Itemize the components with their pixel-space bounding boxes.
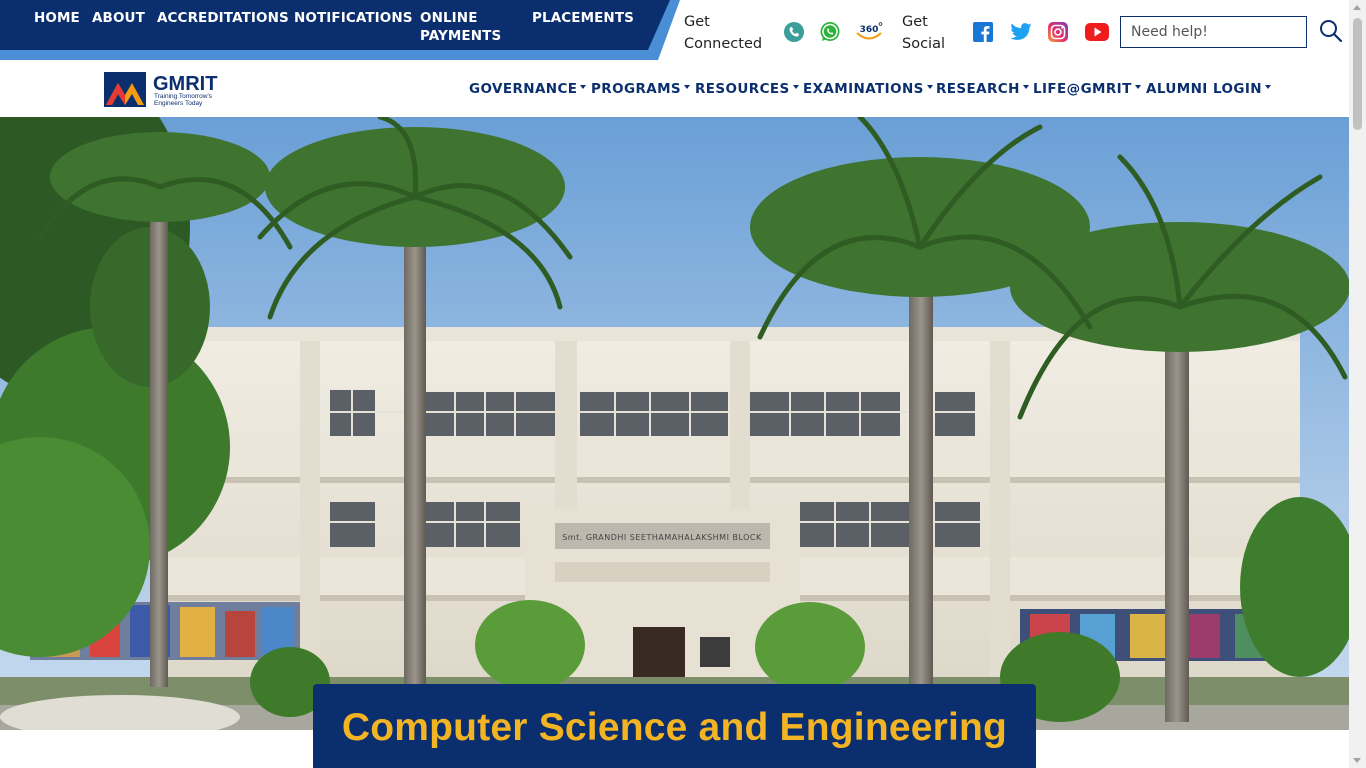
menu-alumni-label: ALUMNI [1146,81,1208,97]
department-title-banner: Computer Science and Engineering [313,684,1036,768]
menu-programs[interactable]: PROGRAMS [591,81,691,97]
top-nav-accreditations[interactable]: ACCREDITATIONS [157,9,289,27]
get-social-line2: Social [902,36,945,52]
virtual-tour-360-text: 360 [860,25,879,35]
chevron-down-icon [580,85,587,89]
chevron-down-icon [792,85,799,89]
get-social-line1: Get [902,14,928,30]
menu-research[interactable]: RESEARCH [936,81,1029,97]
facebook-icon[interactable] [969,18,997,46]
menu-resources-label: RESOURCES [695,81,790,97]
chevron-down-icon [1265,85,1271,89]
menu-login[interactable]: LOGIN [1213,81,1271,97]
chevron-down-icon [684,85,691,89]
top-nav-online-payments[interactable]: ONLINE PAYMENTS [420,9,501,45]
menu-governance-label: GOVERNANCE [469,81,578,97]
menu-examinations-label: EXAMINATIONS [803,81,924,97]
top-nav-online-payments-line2: PAYMENTS [420,28,502,44]
hero-campus-image: Smt. GRANDHI SEETHAMAHALAKSHMI BLOCK [0,117,1349,730]
get-connected-line1: Get [684,14,710,30]
get-connected-line2: Connected [684,36,763,52]
top-nav-home[interactable]: HOME [34,9,80,27]
menu-life-at-gmrit-label: LIFE@GMRIT [1033,81,1132,97]
scroll-up-arrow-icon[interactable] [1353,5,1361,10]
top-nav-online-payments-line1: ONLINE [420,10,478,26]
whatsapp-icon[interactable] [816,18,844,46]
phone-icon[interactable] [780,18,808,46]
menu-examinations[interactable]: EXAMINATIONS [803,81,933,97]
menu-resources[interactable]: RESOURCES [695,81,799,97]
top-nav-placements[interactable]: PLACEMENTS [532,9,634,27]
chevron-down-icon [1022,85,1029,89]
main-nav: GMRIT Training Tomorrow's Engineers Toda… [0,60,1349,117]
menu-alumni[interactable]: ALUMNI [1146,81,1208,97]
menu-life-at-gmrit[interactable]: LIFE@GMRIT [1033,81,1141,97]
chevron-down-icon [1134,85,1141,89]
department-title: Computer Science and Engineering [341,706,1008,749]
logo-tagline-1: Training Tomorrow's [154,93,213,100]
get-connected-label: Get Connected [684,11,762,55]
help-search-input[interactable] [1120,16,1307,48]
top-nav-about[interactable]: ABOUT [92,9,145,27]
building-sign: Smt. GRANDHI SEETHAMAHALAKSHMI BLOCK [562,533,762,542]
menu-programs-label: PROGRAMS [591,81,682,97]
youtube-icon[interactable] [1083,18,1111,46]
building: Smt. GRANDHI SEETHAMAHALAKSHMI BLOCK [30,327,1300,702]
logo-name: GMRIT [153,73,217,95]
scroll-down-arrow-icon[interactable] [1353,758,1361,763]
top-bar: HOME ABOUT ACCREDITATIONS NOTIFICATIONS … [0,0,1349,60]
instagram-icon[interactable] [1044,18,1072,46]
search-icon[interactable] [1318,18,1346,46]
scrollbar-thumb[interactable] [1353,18,1362,130]
virtual-tour-360-icon[interactable]: 360 [853,18,885,46]
menu-login-label: LOGIN [1213,81,1262,97]
twitter-icon[interactable] [1007,18,1035,46]
top-nav-notifications[interactable]: NOTIFICATIONS [294,9,413,27]
menu-governance[interactable]: GOVERNANCE [469,81,587,97]
logo-tagline-2: Engineers Today [154,100,203,107]
menu-research-label: RESEARCH [936,81,1020,97]
get-social-label: Get Social [902,11,945,55]
page-scrollbar[interactable] [1349,0,1366,768]
chevron-down-icon [926,85,933,89]
gmrit-logo[interactable]: GMRIT Training Tomorrow's Engineers Toda… [104,71,224,109]
